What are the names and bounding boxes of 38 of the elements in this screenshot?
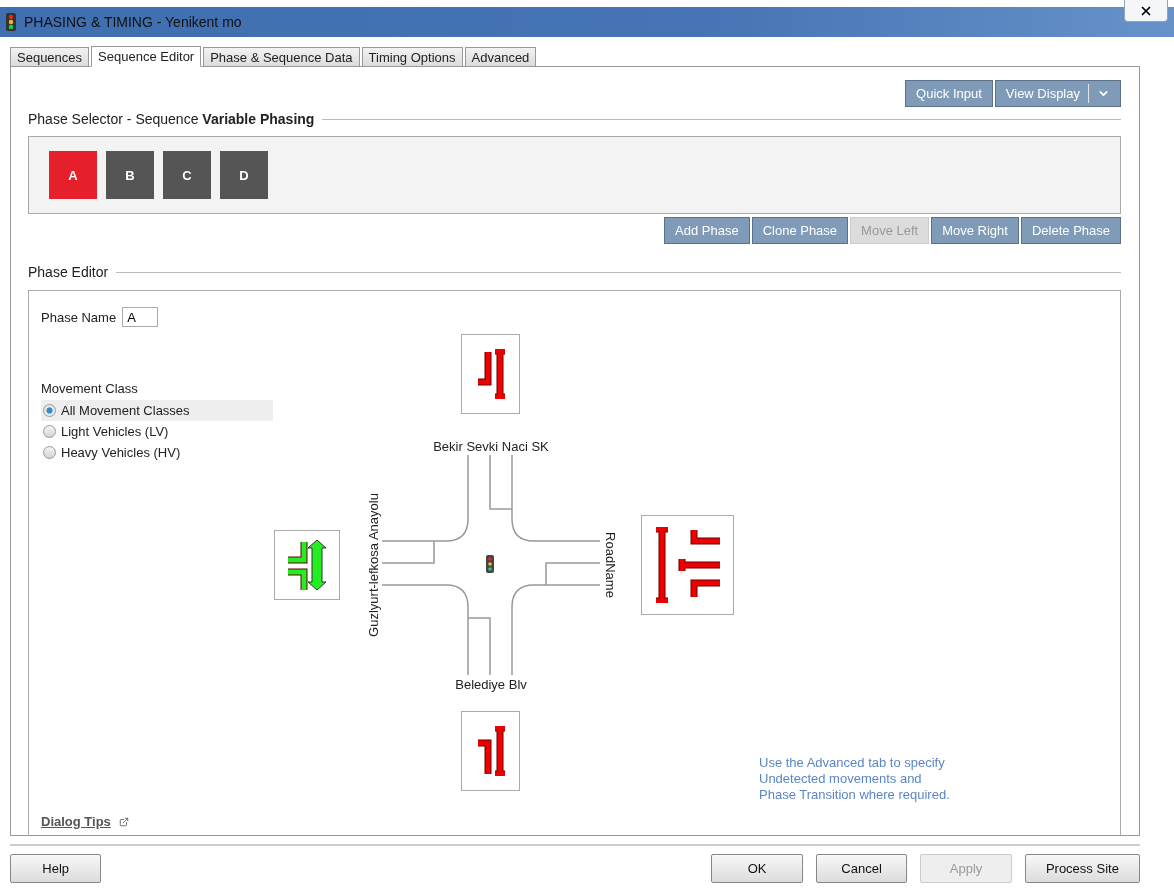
section-title: Phase Editor xyxy=(28,264,109,280)
tab[interactable]: Phase & Sequence Data xyxy=(203,47,360,66)
radio-option[interactable]: Light Vehicles (LV) xyxy=(41,421,273,442)
close-button[interactable] xyxy=(1124,0,1168,22)
radio-icon[interactable] xyxy=(43,446,56,459)
phase-button[interactable]: D xyxy=(220,151,268,199)
radio-option[interactable]: All Movement Classes xyxy=(41,400,273,421)
traffic-light-icon xyxy=(6,13,16,31)
road-name: RoadName xyxy=(602,532,618,598)
dialog-button[interactable]: Process Site xyxy=(1024,854,1140,883)
phase-button[interactable]: C xyxy=(163,151,211,199)
field-label: Phase Name xyxy=(41,309,117,325)
tab[interactable]: Timing Options xyxy=(361,47,463,66)
field-label: Movement Class xyxy=(41,381,139,396)
dialog-button[interactable]: Help xyxy=(10,854,102,883)
movement-panel[interactable] xyxy=(274,530,340,600)
advanced-tab-note: Use the Advanced tab to specify Undetected movements and Phase Transition where required. xyxy=(759,755,951,803)
road-name: Bekir Sevki Naci SK xyxy=(433,439,549,454)
dialog-tips-link[interactable]: Dialog Tips xyxy=(41,814,273,829)
window-title: PHASING & TIMING - Yenikent mo xyxy=(24,14,242,30)
radio-icon[interactable] xyxy=(43,425,56,438)
movement-panel[interactable] xyxy=(461,334,520,414)
phase-button[interactable]: B xyxy=(106,151,154,199)
section-title: Phase Selector - Sequence Variable Phasing xyxy=(28,111,315,127)
tab[interactable]: Sequence Editor xyxy=(91,46,202,67)
road-name: Belediye Blv xyxy=(455,677,527,692)
dialog-button[interactable]: Cancel xyxy=(815,854,908,883)
radio-icon[interactable] xyxy=(43,404,56,417)
movement-panel[interactable] xyxy=(461,711,520,791)
tab[interactable]: Advanced xyxy=(464,47,537,66)
phase-button[interactable]: A xyxy=(49,151,97,199)
external-link-icon xyxy=(118,816,129,827)
road-name: Guzlyurt-lefkosa Anayolu xyxy=(365,493,381,637)
radio-option[interactable]: Heavy Vehicles (HV) xyxy=(41,442,273,463)
tab[interactable]: Sequences xyxy=(10,47,90,66)
phase-name-field[interactable]: A xyxy=(122,307,159,327)
movement-panel[interactable] xyxy=(641,515,734,615)
dialog-button[interactable]: OK xyxy=(711,854,803,883)
